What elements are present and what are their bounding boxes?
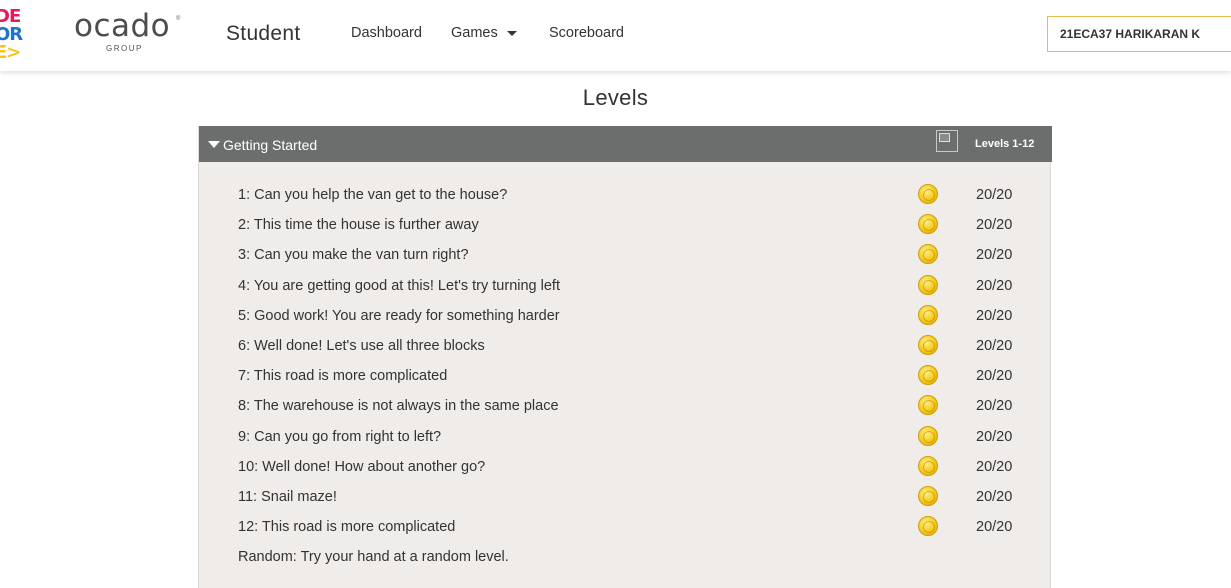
episode-header[interactable]: Getting Started Levels 1-12 [199,126,1052,162]
level-name[interactable]: 6: Well done! Let's use all three blocks [238,338,485,354]
nav-scoreboard[interactable]: Scoreboard [549,25,624,41]
level-row[interactable]: 7: This road is more complicated 20/20 [199,361,1052,391]
level-row[interactable]: 6: Well done! Let's use all three blocks… [199,331,1052,361]
level-row[interactable]: 3: Can you make the van turn right? 20/20 [199,240,1052,270]
level-score: 20/20 [976,428,1013,445]
nav-dashboard[interactable]: Dashboard [351,25,422,41]
broken-image-icon [936,130,958,152]
gold-coin-icon [918,425,938,446]
role-title: Student [226,22,301,45]
level-score: 20/20 [976,307,1013,324]
episode-level-range: Levels 1-12 [975,138,1035,150]
level-row[interactable]: 10: Well done! How about another go? 20/2… [199,452,1052,482]
level-name[interactable]: 10: Well done! How about another go? [238,459,485,475]
level-row[interactable]: 2: This time the house is further away 20… [199,210,1052,240]
gold-coin-icon [918,244,938,265]
gold-coin-icon [918,516,938,537]
nav-games[interactable]: Games [451,25,517,41]
gold-coin-icon [918,184,938,204]
chevron-down-icon [506,30,517,36]
level-name[interactable]: 12: This road is more complicated [238,519,455,535]
ocado-wordmark: ocado [74,8,171,44]
level-name[interactable]: 7: This road is more complicated [238,368,447,384]
gold-coin-icon [918,395,938,416]
ocado-group-logo[interactable]: ocado ® GROUP [74,9,184,59]
user-menu-button[interactable]: 21ECA37 HARIKARAN K [1047,16,1231,52]
gold-coin-icon [918,214,938,235]
level-row[interactable]: 4: You are getting good at this! Let's t… [199,271,1052,301]
episode-panel: Getting Started Levels 1-12 1: Can you h… [198,126,1052,588]
logo-row-3: E> [0,42,21,63]
nav-games-label: Games [451,25,498,41]
level-score: 20/20 [976,247,1013,264]
level-name[interactable]: 1: Can you help the van get to the house… [238,187,507,203]
level-name[interactable]: 11: Snail maze! [238,489,337,505]
code-for-life-logo[interactable]: DE OR E> [0,8,26,64]
gold-coin-icon [918,365,938,386]
gold-coin-icon [918,486,938,506]
level-score: 20/20 [976,338,1013,354]
level-row[interactable]: 9: Can you go from right to left? 20/20 [199,422,1052,452]
gold-coin-icon [918,274,938,295]
level-score: 20/20 [976,217,1013,234]
gold-coin-icon [918,335,938,355]
level-score: 20/20 [976,277,1013,294]
level-score: 20/20 [976,368,1013,385]
level-row[interactable]: 5: Good work! You are ready for somethin… [199,301,1052,331]
level-score: 20/20 [976,519,1013,536]
level-name[interactable]: 4: You are getting good at this! Let's t… [238,278,560,294]
level-row[interactable]: 8: The warehouse is not always in the sa… [199,391,1052,421]
ocado-group-label: GROUP [106,44,143,53]
level-name[interactable]: 5: Good work! You are ready for somethin… [238,308,560,324]
level-name[interactable]: 8: The warehouse is not always in the sa… [238,398,559,414]
registered-mark: ® [176,16,181,22]
level-name[interactable]: 3: Can you make the van turn right? [238,247,469,263]
level-score: 20/20 [976,458,1013,475]
level-row[interactable]: 1: Can you help the van get to the house… [199,180,1052,210]
level-row[interactable]: 11: Snail maze! 20/20 [199,482,1052,512]
gold-coin-icon [918,304,938,325]
random-level-row[interactable]: Random: Try your hand at a random level. [199,542,1052,572]
level-name[interactable]: 2: This time the house is further away [238,217,479,233]
level-name[interactable]: 9: Can you go from right to left? [238,429,441,445]
level-score: 20/20 [976,489,1013,505]
page-title: Levels [582,85,649,110]
random-level-link[interactable]: Random: Try your hand at a random level. [238,549,509,565]
gold-coin-icon [918,455,938,476]
level-row[interactable]: 12: This road is more complicated 20/20 [199,512,1052,542]
level-score: 20/20 [976,187,1013,203]
episode-title: Getting Started [223,137,318,153]
top-header: DE OR E> ocado ® GROUP Student Dashboard… [0,0,1231,71]
caret-down-icon [208,141,220,148]
level-score: 20/20 [976,398,1013,415]
